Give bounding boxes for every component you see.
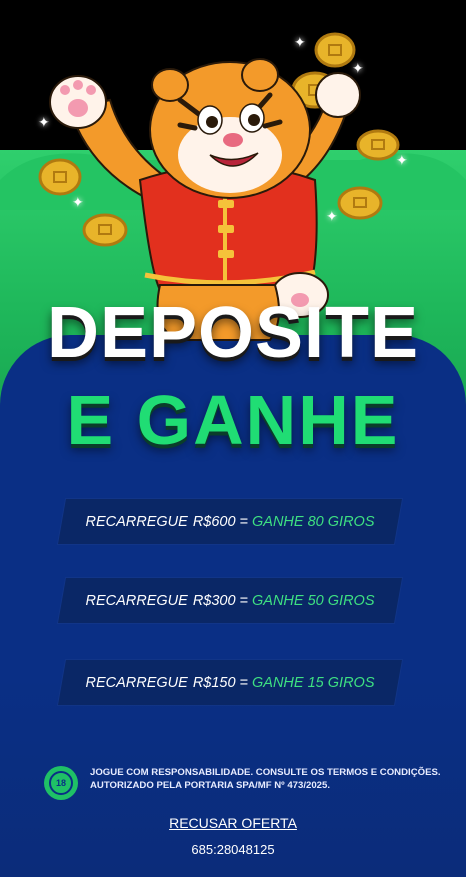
headline-e-ganhe: E GANHE [66,381,400,459]
age-18-icon: 18 [44,766,78,800]
sparkle-icon: ✦ [396,152,408,168]
sparkle-icon: ✦ [326,208,338,224]
offer-bonus: GANHE 15 GIROS [252,674,375,691]
offer-equals: = [239,592,249,609]
coin-icon [82,213,128,247]
legal-text: JOGUE COM RESPONSABILIDADE. CONSULTE OS … [90,766,441,792]
offer-amount: R$600 [192,513,236,530]
promo-card: ✦ ✦ ✦ ✦ ✦ ✦ DEPOSITE E GANHE RECARREGUE … [0,0,466,877]
responsible-gaming-notice: 18 JOGUE COM RESPONSABILIDADE. CONSULTE … [44,766,444,800]
offer-label: RECARREGUE [85,592,188,609]
offer-bonus: GANHE 50 GIROS [252,592,375,609]
refuse-offer-link[interactable]: RECUSAR OFERTA [0,815,466,831]
legal-line-1: JOGUE COM RESPONSABILIDADE. CONSULTE OS … [90,767,441,778]
offer-300[interactable]: RECARREGUE R$300 = GANHE 50 GIROS [58,578,402,623]
offer-150[interactable]: RECARREGUE R$150 = GANHE 15 GIROS [58,660,402,705]
offer-code: 685:28048125 [191,842,275,857]
sparkle-icon: ✦ [72,194,84,210]
sparkle-icon: ✦ [352,60,364,76]
offer-amount: R$300 [192,592,236,609]
coin-icon [314,32,356,68]
coin-icon [356,129,400,161]
sparkle-icon: ✦ [38,114,50,130]
offer-amount: R$150 [192,674,236,691]
coin-icon [38,158,82,196]
offer-600[interactable]: RECARREGUE R$600 = GANHE 80 GIROS [58,499,402,544]
offer-label: RECARREGUE [85,513,188,530]
legal-line-2: AUTORIZADO PELA PORTARIA SPA/MF Nº 473/2… [90,780,331,791]
headline-deposite: DEPOSITE [46,293,420,373]
offer-equals: = [239,674,249,691]
offer-equals: = [239,513,249,530]
sparkle-icon: ✦ [294,34,306,50]
offer-bonus: GANHE 80 GIROS [252,513,375,530]
offer-label: RECARREGUE [85,674,188,691]
coin-icon [337,186,383,220]
